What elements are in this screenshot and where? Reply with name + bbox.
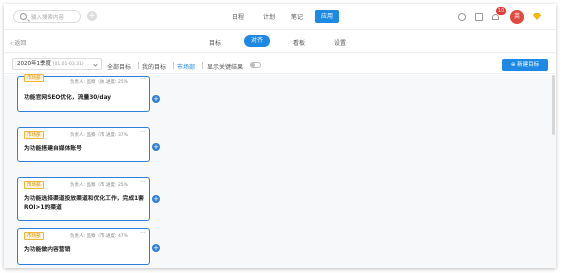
goal-progress: 进度: 25% (106, 183, 128, 188)
goal-title: 为功能选择渠道投放渠道和优化工作，完成1套ROI>1的渠道 (24, 196, 144, 211)
help-icon[interactable] (458, 13, 466, 21)
back-label: 返回 (14, 40, 27, 47)
period-select[interactable]: 2020年1季度 (01.01-03.31) (12, 58, 102, 70)
expand-button[interactable]: + (152, 195, 160, 203)
more-button[interactable]: ··· (140, 179, 146, 186)
goal-title: 功能官网SEO优化，流量30/day (24, 95, 112, 101)
filter-bar: 2020年1季度 (01.01-03.31) 全部目标 我的目标 市场部 显示关… (4, 54, 556, 74)
show-key-results-label: 显示关键结果 (207, 64, 244, 71)
goal-card[interactable]: 市场部 负责人: 监察（市... 进度: 25% ··· 为功能选择渠道投放渠道… (17, 177, 150, 221)
back-button[interactable]: ‹ 返回 (10, 38, 26, 47)
expand-button[interactable]: + (152, 143, 160, 151)
document-icon[interactable] (475, 13, 483, 21)
nav-plan[interactable]: 计划 (263, 12, 275, 21)
department-tag: 市场部 (24, 181, 44, 189)
filter-department[interactable]: 市场部 (177, 62, 195, 71)
goal-title: 为功能搭建自媒体账号 (24, 146, 82, 152)
search-icon (20, 13, 27, 20)
search-input[interactable]: 输入搜索内容 (13, 10, 81, 23)
goal-owner: 负责人: 监察（执... (70, 80, 109, 85)
tab-goals[interactable]: 目标 (209, 38, 221, 47)
divider (173, 62, 174, 69)
goal-card[interactable]: 市场部 负责人: 监察（市... 进度: 47% ··· 为功能做内容营销 (17, 228, 150, 265)
tab-settings[interactable]: 设置 (334, 38, 346, 47)
chevron-down-icon (93, 62, 98, 67)
department-tag: 市场部 (24, 74, 44, 82)
nav-apps[interactable]: 应用 (315, 10, 340, 23)
goal-progress: 进度: 47% (106, 234, 128, 239)
filter-all-goals[interactable]: 全部目标 (107, 62, 131, 71)
divider (138, 62, 139, 69)
more-button[interactable]: ··· (140, 129, 146, 136)
show-key-results-toggle[interactable] (250, 62, 261, 68)
tab-board[interactable]: 看板 (293, 38, 305, 47)
nav-schedule[interactable]: 日程 (232, 12, 244, 21)
period-range: (01.01-03.31) (52, 62, 84, 67)
top-bar: 输入搜索内容 + 日程 计划 笔记 应用 10 英 (4, 4, 556, 30)
period-label: 2020年1季度 (17, 61, 51, 67)
expand-button[interactable]: + (152, 244, 160, 252)
tab-align[interactable]: 对齐 (244, 35, 271, 47)
app-window: 输入搜索内容 + 日程 计划 笔记 应用 10 英 ‹ 返回 目标 对齐 看板 … (4, 4, 556, 268)
divider (202, 62, 203, 69)
search-placeholder: 输入搜索内容 (31, 15, 65, 21)
avatar[interactable]: 英 (510, 10, 524, 24)
filter-my-goals[interactable]: 我的目标 (142, 62, 166, 71)
goal-owner: 负责人: 监察（市... (70, 234, 109, 239)
bell-icon[interactable] (492, 14, 499, 20)
department-tag: 市场部 (24, 131, 44, 139)
diamond-icon[interactable] (533, 13, 541, 20)
goal-owner: 负责人: 监察（市... (70, 183, 109, 188)
goal-progress: 进度: 25% (106, 80, 128, 85)
add-button[interactable]: + (87, 11, 97, 21)
more-button[interactable]: ··· (140, 230, 146, 237)
goal-title: 为功能做内容营销 (24, 247, 71, 253)
sub-bar: ‹ 返回 目标 对齐 看板 设置 (4, 30, 556, 53)
scrollbar[interactable] (552, 75, 555, 135)
new-goal-button[interactable]: ⊕ 新建目标 (502, 59, 548, 71)
department-tag: 市场部 (24, 232, 44, 240)
goal-card[interactable]: 市场部 负责人: 监察（市... 进度: 37% ··· 为功能搭建自媒体账号 (17, 127, 150, 162)
goal-progress: 进度: 37% (106, 133, 128, 138)
alignment-canvas: 市场部 负责人: 监察（执... 进度: 25% ··· 功能官网SEO优化，流… (4, 74, 556, 268)
notification-badge: 10 (496, 7, 506, 15)
more-button[interactable]: ··· (140, 76, 146, 83)
expand-button[interactable]: + (152, 95, 160, 103)
goal-owner: 负责人: 监察（市... (70, 133, 109, 138)
goal-card[interactable]: 市场部 负责人: 监察（执... 进度: 25% ··· 功能官网SEO优化，流… (17, 74, 150, 112)
nav-notes[interactable]: 笔记 (291, 12, 303, 21)
